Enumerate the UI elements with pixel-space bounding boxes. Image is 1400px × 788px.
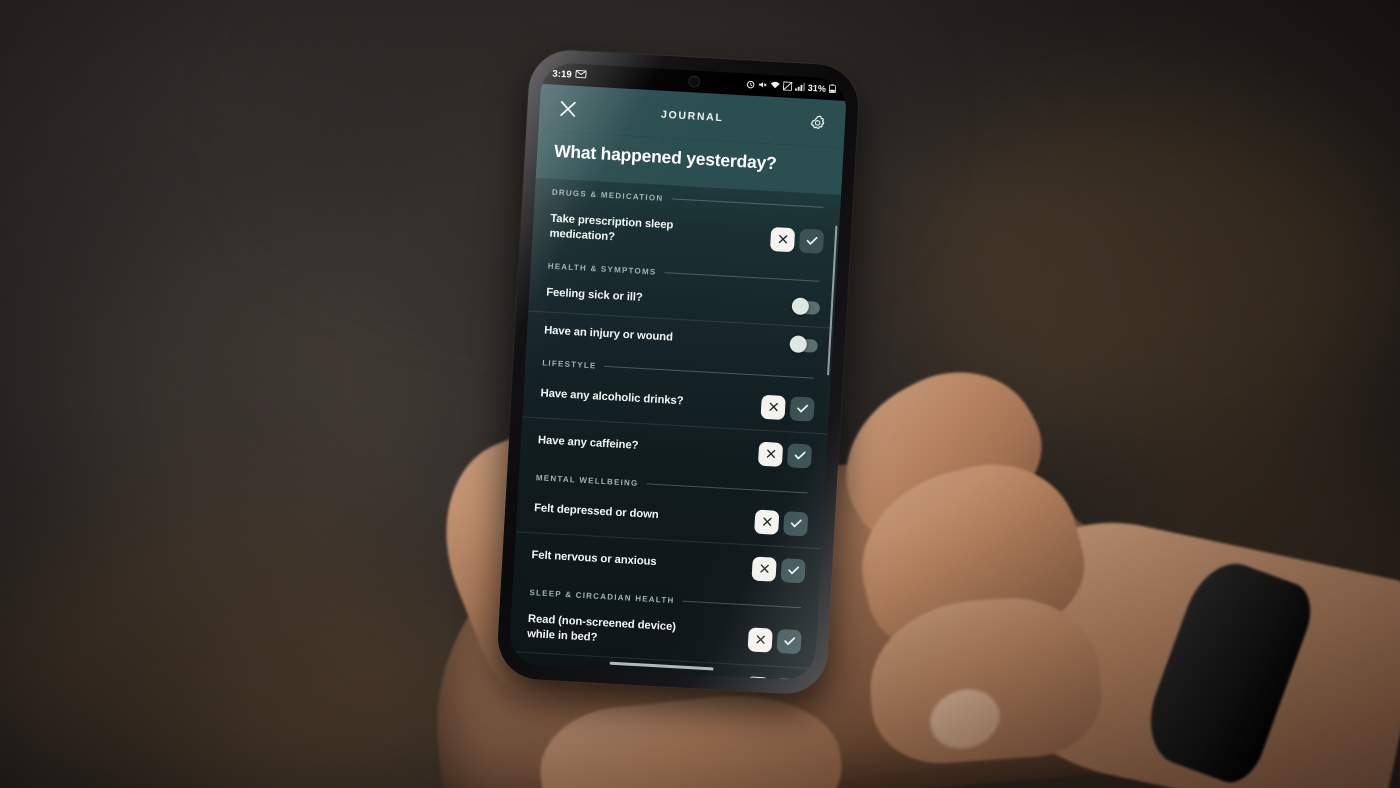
journal-question-label: Have an injury or wound <box>543 324 674 344</box>
check-icon[interactable] <box>789 395 815 422</box>
battery-icon <box>828 83 837 94</box>
phone-screen: 3:19 31% JOURNAL What happened yesterday… <box>508 61 848 682</box>
x-icon[interactable] <box>754 509 780 535</box>
journal-question-label: Felt depressed or down <box>533 502 659 522</box>
sections-container: DRUGS & MEDICATION Take prescription slee… <box>508 178 841 682</box>
section-label: HEALTH & SYMPTOMS <box>547 261 657 277</box>
answer-choice-group <box>757 441 813 469</box>
mute-icon <box>758 80 768 91</box>
journal-question-label: Take prescription sleep medication? <box>549 212 674 244</box>
smartphone: 3:19 31% JOURNAL What happened yesterday… <box>495 48 861 696</box>
message-icon <box>575 69 588 81</box>
check-icon[interactable] <box>783 510 809 537</box>
gear-icon[interactable] <box>803 109 830 136</box>
status-time: 3:19 <box>552 68 573 81</box>
journal-list[interactable]: What happened yesterday? DRUGS & MEDICAT… <box>508 130 844 682</box>
answer-choice-group <box>769 226 825 254</box>
toggle-knob <box>791 297 810 316</box>
check-icon[interactable] <box>786 442 813 469</box>
close-icon[interactable] <box>554 95 581 122</box>
sim-icon <box>782 80 793 92</box>
camera-punch-hole <box>688 76 700 87</box>
journal-question-label: Feeling sick or ill? <box>545 286 643 304</box>
x-icon[interactable] <box>751 556 777 582</box>
journal-toggle[interactable] <box>791 297 821 316</box>
journal-question-label: Felt nervous or anxious <box>531 549 657 569</box>
page-title: What happened yesterday? <box>553 140 778 174</box>
alarm-icon <box>746 79 756 90</box>
journal-question-label: Read (non-screened device) while in bed? <box>526 612 677 644</box>
journal-question-label: Have any caffeine? <box>537 434 639 453</box>
section-divider <box>671 198 824 208</box>
section-label: LIFESTYLE <box>542 358 597 371</box>
answer-choice-group <box>760 394 815 422</box>
journal-toggle[interactable] <box>789 335 819 354</box>
x-icon[interactable] <box>760 394 786 420</box>
x-icon[interactable] <box>747 626 773 653</box>
x-icon[interactable] <box>769 226 796 253</box>
x-icon[interactable] <box>757 441 784 467</box>
section-divider <box>646 483 808 494</box>
section-label: MENTAL WELLBEING <box>535 472 639 488</box>
status-bar-left: 3:19 <box>552 68 588 81</box>
journal-question-label: Have any alcoholic drinks? <box>540 387 684 408</box>
page-title-header: JOURNAL <box>660 108 724 124</box>
check-icon[interactable] <box>780 557 806 584</box>
answer-choice-group <box>754 509 809 537</box>
check-icon[interactable] <box>776 628 802 654</box>
answer-choice-group <box>747 626 802 654</box>
status-bar-right: 31% <box>746 79 837 95</box>
wifi-icon <box>769 80 780 92</box>
signal-icon <box>794 82 806 94</box>
section-label: DRUGS & MEDICATION <box>551 187 664 203</box>
toggle-knob <box>789 335 808 354</box>
section-divider <box>682 600 802 608</box>
check-icon[interactable] <box>798 228 825 254</box>
section-divider <box>664 271 820 282</box>
answer-choice-group <box>751 556 806 584</box>
battery-percent: 31% <box>807 82 827 94</box>
